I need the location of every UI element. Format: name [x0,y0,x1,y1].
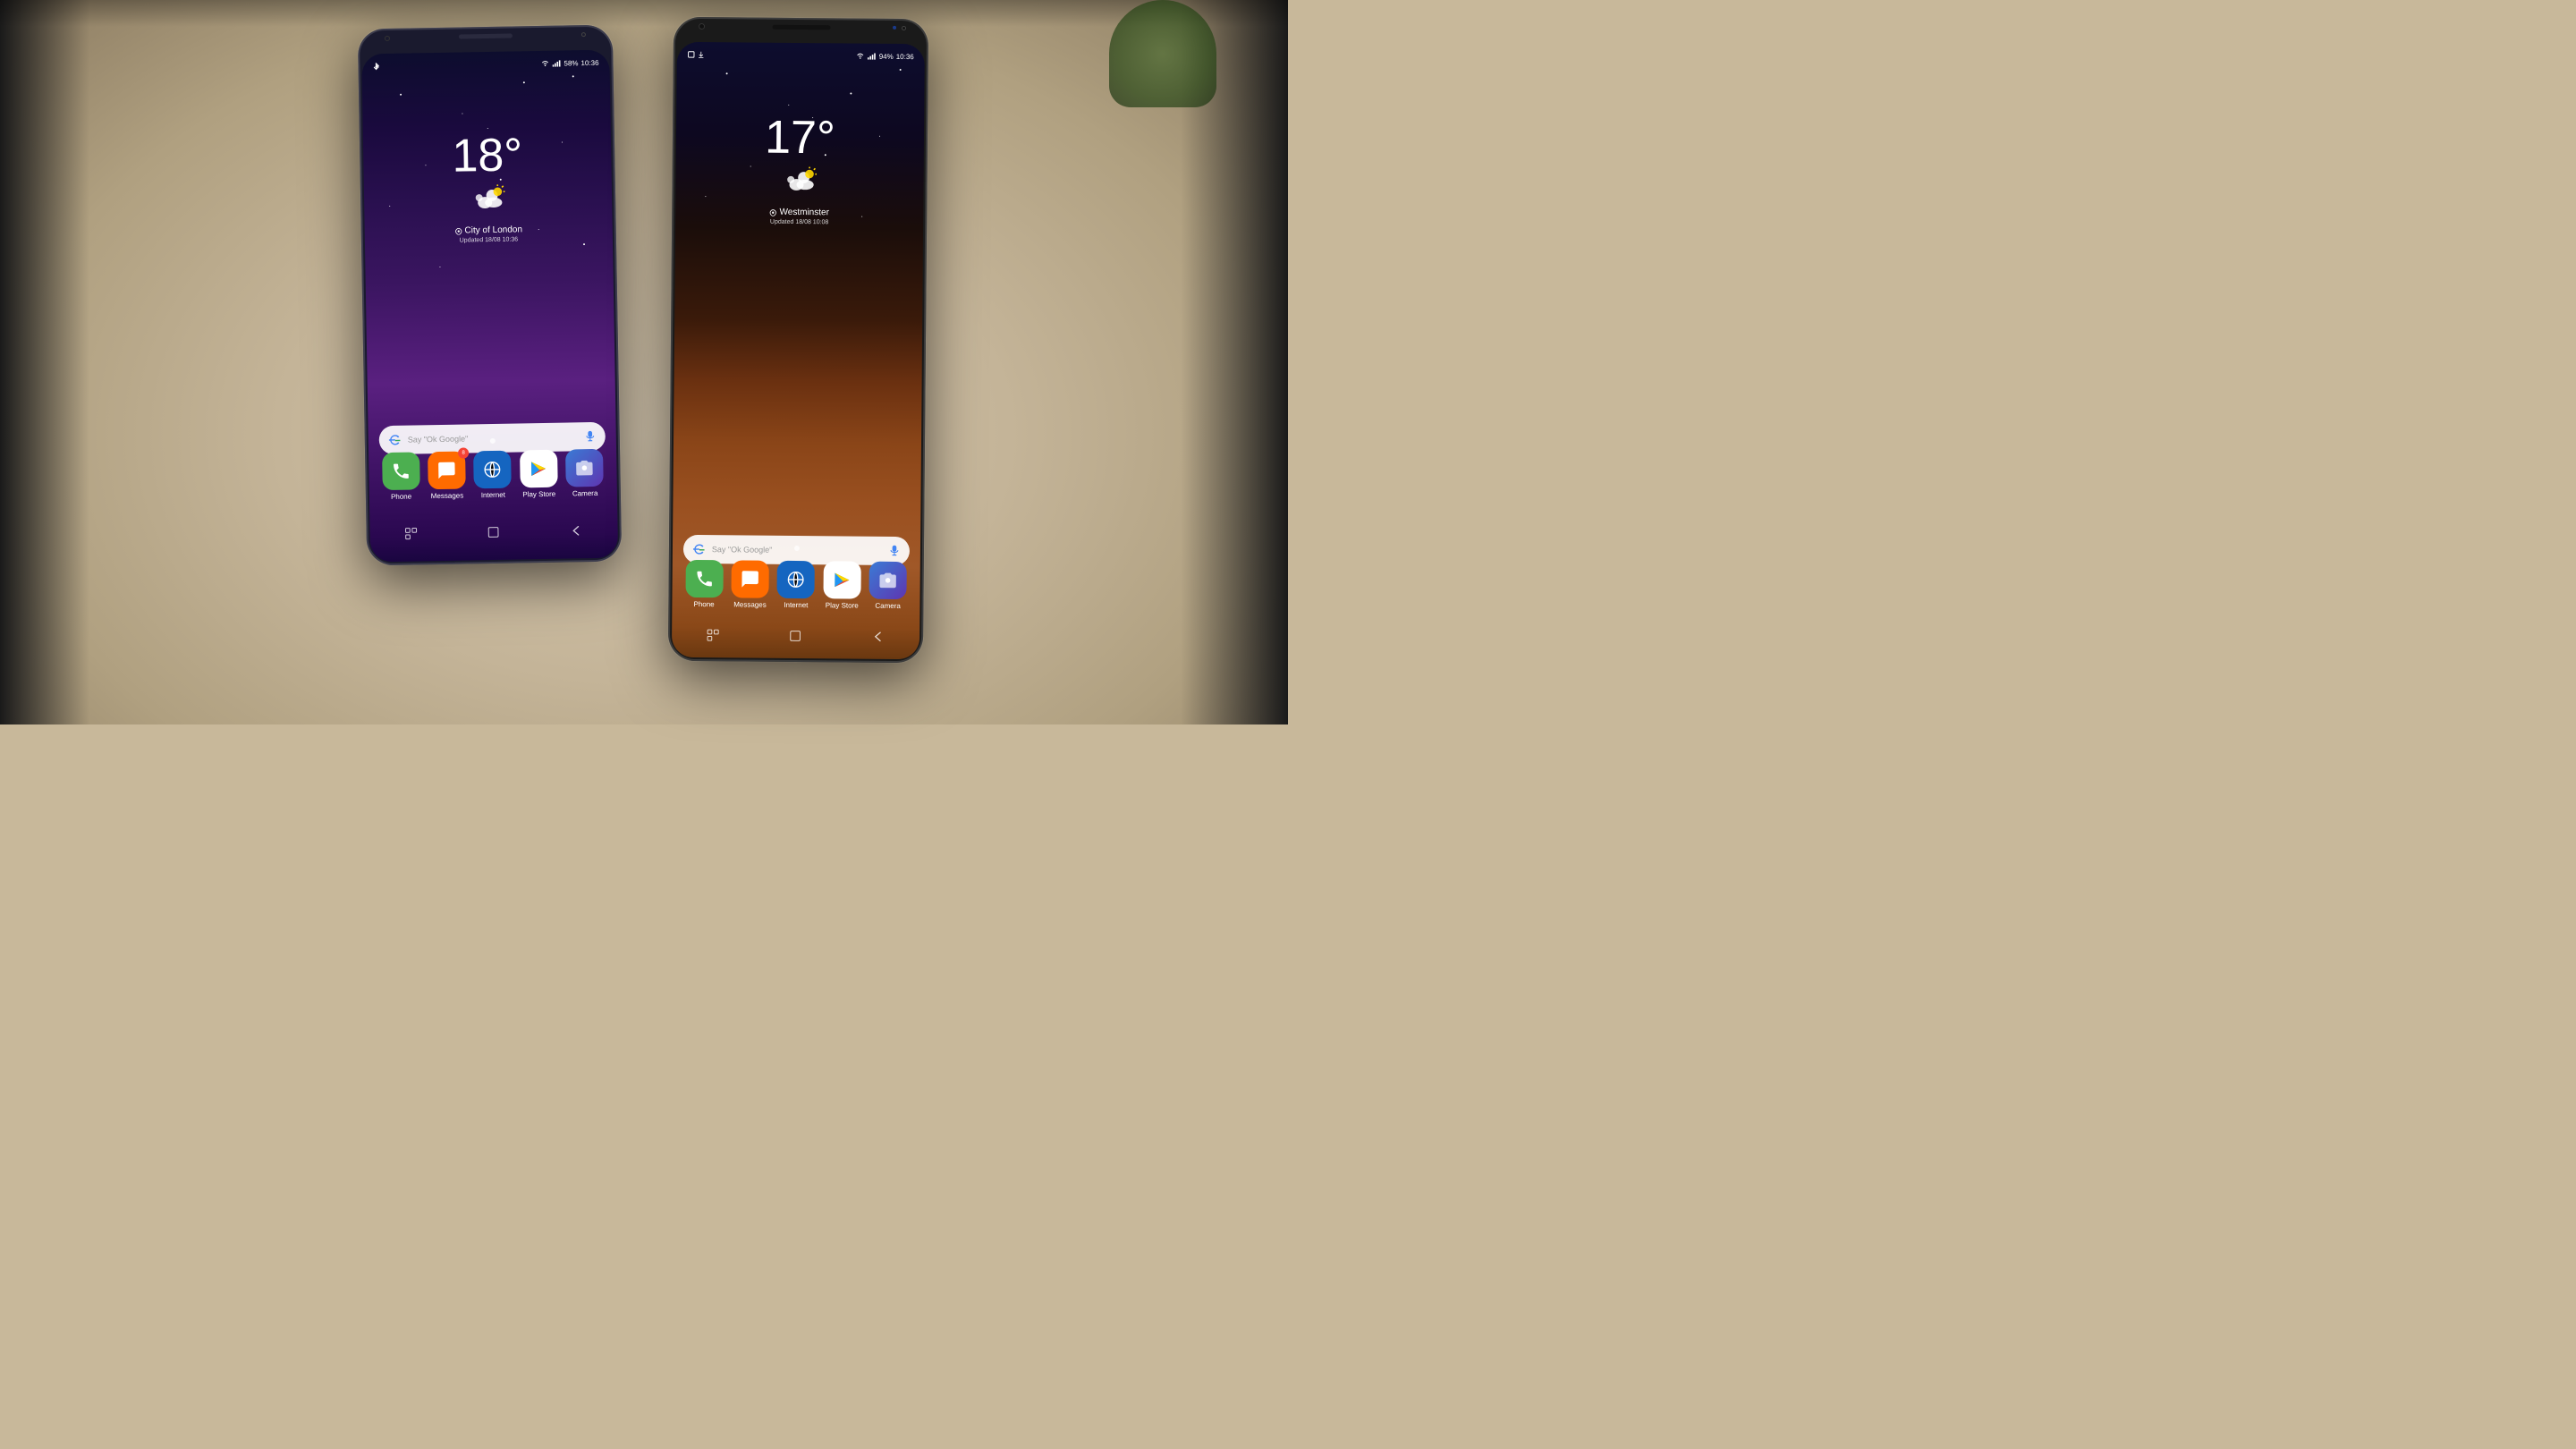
phone-icon-left [382,452,420,490]
speaker-left [458,34,512,39]
wifi-icon-right [856,53,865,60]
google-logo-left [388,433,402,447]
google-logo-right [692,542,707,556]
phones-container: 58% 10:36 18° [362,18,926,662]
messages-badge-left: 8 [458,447,469,458]
battery-left: 58% [564,59,578,67]
nav-recent-left[interactable] [404,526,419,543]
app-phone-right[interactable]: Phone [685,560,723,608]
volume-up-right-phone [670,106,673,129]
app-camera-right[interactable]: Camera [869,562,907,610]
location-left: City of London [464,225,522,235]
mic-icon-right[interactable] [888,545,901,557]
status-right-right-phone: 94% 10:36 [856,52,914,61]
app-phone-left[interactable]: Phone [382,452,420,501]
camera-icon-right [869,562,907,599]
nav-home-left[interactable] [487,524,501,541]
status-left-right-phone [688,51,705,58]
bluetooth-icon-left [372,63,379,70]
temp-left: 18° [363,131,612,182]
app-phone-label-left: Phone [391,493,411,501]
screenshot-icon [688,51,695,58]
nav-recent-right[interactable] [706,628,720,645]
wifi-icon-left [540,60,549,67]
app-camera-label-left: Camera [572,489,598,497]
scene: 58% 10:36 18° [0,0,1288,724]
battery-right: 94% [879,52,894,60]
app-messages-left[interactable]: 8 Messages [428,452,466,501]
led-right [893,26,896,30]
plant-decoration [1109,0,1216,107]
playstore-icon-right [823,561,860,598]
mic-icon-left[interactable] [584,430,597,443]
app-internet-left[interactable]: Internet [474,451,513,500]
location-right: Westminster [779,208,828,217]
shadow-left [0,0,89,724]
messages-icon-right [732,560,769,597]
app-internet-label-right: Internet [784,601,808,609]
nav-home-right[interactable] [789,628,803,645]
app-playstore-right[interactable]: Play Store [823,561,860,609]
app-playstore-label-right: Play Store [826,601,859,609]
speaker-right [772,25,830,30]
location-icon-right [770,208,777,216]
location-icon-left [454,227,462,234]
camera-icon-left [565,449,604,487]
time-right: 10:36 [896,52,914,60]
power-button-left-phone [614,131,618,176]
camera-left-front [385,36,390,41]
weather-right: 17° [675,114,924,226]
search-placeholder-right: Say "Ok Google" [712,545,888,555]
app-playstore-left[interactable]: Play Store [520,450,558,499]
phone-icon-right [685,560,723,597]
app-messages-right[interactable]: Messages [731,560,768,608]
search-placeholder-left: Say "Ok Google" [408,432,584,444]
weather-left: 18° [363,131,613,246]
temp-right: 17° [676,114,924,162]
app-playstore-label-left: Play Store [522,490,555,499]
app-dock-right: Phone Messages Internet [672,560,919,610]
status-right-left-phone: 58% 10:36 [540,58,598,67]
nav-back-right[interactable] [871,629,886,646]
shadow-right [1109,0,1288,724]
camera-right-front [699,23,705,30]
messages-icon-left: 8 [428,452,466,490]
app-internet-right[interactable]: Internet [777,561,815,609]
internet-icon-right [777,561,815,598]
sensor-right [902,26,906,30]
status-bar-right: 94% 10:36 [677,46,925,65]
download-icon [698,51,705,58]
signal-icon-right [868,53,877,60]
phone-right: 94% 10:36 17° [668,17,928,663]
app-camera-label-right: Camera [875,602,901,610]
app-messages-label-right: Messages [733,600,767,608]
app-messages-label-left: Messages [431,492,464,501]
weather-icon-left [364,182,613,224]
signal-icon-left [552,60,561,67]
screen-right: 94% 10:36 17° [672,42,925,659]
app-phone-label-right: Phone [693,600,714,608]
playstore-icon-left [520,450,558,488]
app-camera-left[interactable]: Camera [565,449,604,498]
weather-icon-right [675,165,923,204]
internet-icon-left [474,451,513,489]
sensor-left [581,32,586,37]
app-internet-label-left: Internet [481,491,505,499]
nav-bar-right [672,623,919,650]
volume-down-right-phone [670,138,673,160]
app-dock-left: Phone 8 Messages [369,449,617,502]
nav-bar-left [369,519,617,548]
nav-back-left[interactable] [569,523,583,540]
time-left: 10:36 [580,58,598,66]
phone-left: 58% 10:36 18° [358,25,622,566]
screen-left: 58% 10:36 18° [361,50,618,563]
